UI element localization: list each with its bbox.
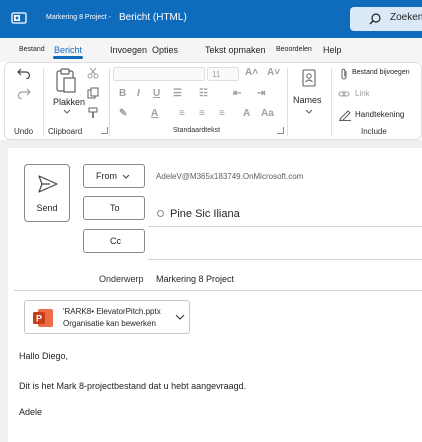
compose-pane: Send From AdeleV@M365x183749.OnMicrosoft… [8, 148, 422, 442]
cc-input[interactable] [148, 259, 422, 260]
recipient-presence-icon [157, 210, 164, 217]
from-chevron-icon [122, 174, 130, 179]
cut-icon [87, 67, 99, 79]
font-size-select: 11 [207, 67, 239, 81]
decrease-indent-icon: ⇤ [233, 88, 242, 99]
powerpoint-icon: P [33, 309, 53, 327]
body-text[interactable]: Dit is het Mark 8-projectbestand dat u h… [19, 381, 246, 391]
subject-input[interactable]: Markering 8 Project [156, 274, 234, 284]
paste-label[interactable]: Plakken [53, 97, 85, 107]
document-title: Markering 8 Project - [46, 14, 111, 21]
attachment-name: 'RARK8• ElevatorPitch.pptx [63, 307, 161, 316]
font-size-value: 11 [212, 70, 221, 79]
highlight-icon: ✎ [119, 108, 128, 119]
to-button[interactable]: To [83, 196, 145, 220]
to-recipient[interactable]: Pine Sic Iliana [170, 208, 240, 220]
ribbon: Undo Plakken Clipboard 11 A˄ A˅ B I U ☰ … [4, 62, 422, 140]
signature-button[interactable]: Handtekening [355, 110, 404, 119]
body-greeting[interactable]: Hallo Diego, [19, 351, 68, 361]
search-label: Zoeken [390, 12, 422, 23]
grow-font-icon: A˄ [245, 67, 259, 78]
tab-tekst-opmaken[interactable]: Tekst opmaken [205, 45, 266, 55]
address-book-icon[interactable] [301, 69, 317, 87]
search-box[interactable]: Zoeken [350, 7, 422, 31]
font-color-icon: A [151, 108, 159, 119]
redo-icon[interactable] [17, 87, 31, 99]
to-field-underline [148, 226, 422, 227]
subject-label: Onderwerp [99, 274, 144, 284]
basic-text-group-label: Standaardtekst [173, 127, 221, 134]
link-button: Link [355, 89, 370, 98]
cc-label: Cc [110, 236, 121, 246]
align-center-icon: ≡ [199, 108, 205, 119]
window-title: Bericht (HTML) [119, 12, 187, 23]
numbering-icon: ☷ [199, 88, 208, 99]
names-label[interactable]: Names [293, 95, 322, 105]
tab-beoordelen[interactable]: Beoordelen [276, 46, 312, 53]
header-divider [14, 290, 422, 291]
tab-invoegen[interactable]: Invoegen [110, 45, 147, 55]
link-icon [338, 91, 350, 97]
tab-bestand[interactable]: Bestand [19, 46, 45, 53]
search-icon [369, 13, 381, 25]
tab-opties[interactable]: Opties [152, 45, 178, 55]
tab-help[interactable]: Help [323, 45, 342, 55]
clipboard-group-label: Clipboard [48, 127, 83, 136]
body-signature[interactable]: Adele [19, 407, 42, 417]
main-area: Send From AdeleV@M365x183749.OnMicrosoft… [0, 140, 422, 442]
ribbon-separator [287, 68, 288, 136]
send-button[interactable]: Send [24, 164, 70, 222]
outlook-logo-icon [11, 12, 27, 24]
ribbon-separator [109, 68, 110, 136]
copy-icon[interactable] [87, 87, 99, 99]
attachment-chevron-icon[interactable] [175, 313, 185, 321]
active-tab-indicator [53, 56, 83, 59]
align-left-icon: ≡ [179, 108, 185, 119]
include-group-label: Include [361, 127, 387, 136]
bullets-icon: ☰ [173, 88, 182, 99]
underline-icon: U [153, 88, 161, 99]
names-chevron-icon[interactable] [305, 109, 313, 114]
from-button[interactable]: From [83, 164, 145, 188]
svg-text:P: P [36, 314, 42, 324]
attach-file-button[interactable]: Bestand bijvoegen [352, 69, 410, 76]
undo-icon[interactable] [17, 67, 31, 79]
clear-formatting-icon: A [243, 108, 251, 119]
increase-indent-icon: ⇥ [257, 88, 266, 99]
send-label: Send [36, 203, 58, 213]
to-label: To [110, 203, 120, 213]
paperclip-icon[interactable] [339, 68, 349, 80]
format-painter-icon[interactable] [87, 107, 99, 119]
attachment-card[interactable]: P 'RARK8• ElevatorPitch.pptx Organisatie… [24, 300, 190, 334]
attachment-permission: Organisatie kan bewerken [63, 319, 156, 328]
italic-icon: I [137, 88, 140, 99]
send-icon [38, 175, 58, 193]
styles-icon: Aa [261, 108, 274, 119]
from-address: AdeleV@M365x183749.OnMicrosoft.com [156, 172, 304, 181]
shrink-font-icon: A˅ [267, 67, 281, 78]
ribbon-separator [331, 68, 332, 136]
basic-text-launcher-icon[interactable] [277, 127, 284, 134]
bold-icon: B [119, 88, 127, 99]
from-label: From [96, 171, 117, 181]
title-bar: Markering 8 Project - Bericht (HTML) Zoe… [0, 0, 422, 38]
undo-group-label: Undo [14, 127, 34, 136]
tab-bericht[interactable]: Bericht [54, 45, 82, 55]
paste-icon[interactable] [55, 68, 77, 94]
cc-button[interactable]: Cc [83, 229, 145, 253]
clipboard-launcher-icon[interactable] [101, 127, 108, 134]
font-family-select [113, 67, 205, 81]
paste-chevron-icon[interactable] [63, 109, 71, 114]
signature-icon[interactable] [339, 109, 351, 121]
ribbon-separator [43, 68, 44, 136]
align-right-icon: ≡ [219, 108, 225, 119]
